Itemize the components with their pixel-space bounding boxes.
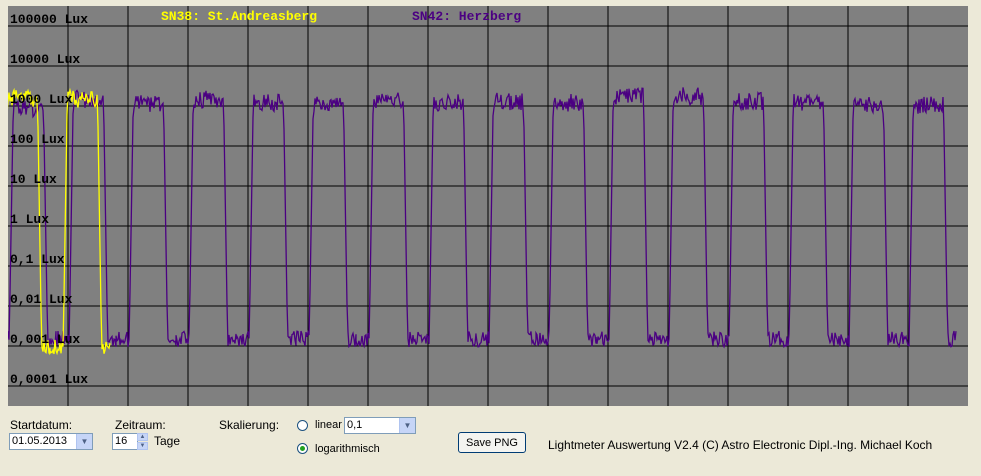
- save-png-button[interactable]: Save PNG: [458, 432, 526, 453]
- series-line-sn42: [8, 87, 957, 349]
- y-tick-label: 0,01 Lux: [10, 292, 73, 307]
- logarithmisch-radio[interactable]: [297, 443, 308, 454]
- startdatum-select[interactable]: 01.05.2013 ▼: [9, 433, 93, 450]
- linear-label: linear: [315, 419, 342, 431]
- zeitraum-value: 16: [115, 435, 128, 447]
- chart-svg: [8, 6, 968, 406]
- y-tick-label: 0,001 Lux: [10, 332, 81, 347]
- startdatum-value: 01.05.2013: [12, 435, 68, 447]
- legend-sn38: SN38: St.Andreasberg: [161, 9, 318, 24]
- y-tick-label: 100000 Lux: [10, 12, 89, 27]
- y-tick-label: 1000 Lux: [10, 92, 73, 107]
- linear-value: 0,1: [347, 419, 363, 431]
- linear-value-select[interactable]: 0,1 ▼: [344, 417, 416, 434]
- logarithmisch-label: logarithmisch: [315, 443, 380, 455]
- startdatum-label: Startdatum:: [10, 418, 73, 432]
- y-tick-label: 1 Lux: [10, 212, 50, 227]
- stepper-up-icon[interactable]: ▲: [137, 433, 148, 441]
- footer-text: Lightmeter Auswertung V2.4 (C) Astro Ele…: [548, 438, 933, 452]
- lux-chart: SN38: St.Andreasberg SN42: Herzberg 1000…: [8, 6, 968, 406]
- y-tick-label: 10000 Lux: [10, 52, 81, 67]
- chevron-down-icon[interactable]: ▼: [399, 418, 415, 433]
- skalierung-label: Skalierung:: [219, 418, 280, 432]
- y-tick-label: 0,0001 Lux: [10, 372, 89, 387]
- y-tick-label: 100 Lux: [10, 132, 65, 147]
- tage-label: Tage: [154, 434, 181, 448]
- chevron-down-icon[interactable]: ▼: [76, 434, 92, 449]
- y-tick-label: 10 Lux: [10, 172, 57, 187]
- zeitraum-stepper[interactable]: ▲ ▼: [137, 433, 148, 450]
- legend-sn42: SN42: Herzberg: [412, 9, 522, 24]
- linear-radio[interactable]: [297, 420, 308, 431]
- control-panel: Startdatum: 01.05.2013 ▼ Zeitraum: 16 ▲ …: [0, 408, 981, 476]
- y-tick-label: 0,1 Lux: [10, 252, 65, 267]
- stepper-down-icon[interactable]: ▼: [137, 442, 148, 450]
- zeitraum-label: Zeitraum:: [115, 418, 166, 432]
- zeitraum-input[interactable]: 16: [112, 433, 138, 450]
